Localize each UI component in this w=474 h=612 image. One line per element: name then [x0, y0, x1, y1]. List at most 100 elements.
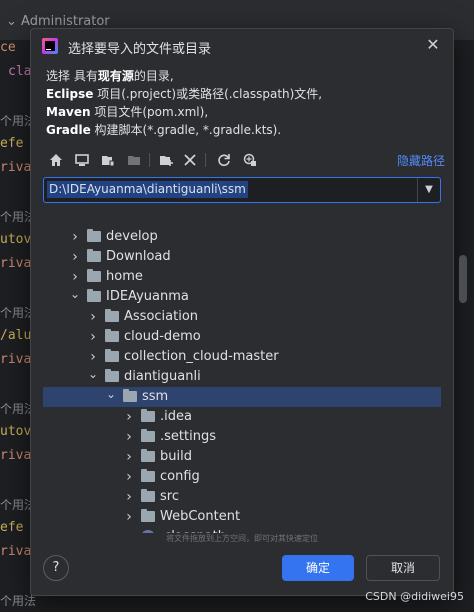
code-fragment: efe [0, 136, 24, 151]
tree-row[interactable]: › cloud-demo [43, 327, 441, 347]
chevron-right-icon[interactable]: › [87, 327, 99, 347]
drag-drop-hint: 将文件拖放到上方空间，即可对其快速定位 [166, 534, 318, 543]
chevron-right-icon[interactable]: › [87, 347, 99, 367]
chevron-right-icon[interactable]: › [123, 427, 135, 447]
tree-scrollbar[interactable] [459, 255, 467, 303]
close-button[interactable]: ✕ [423, 35, 443, 55]
folder-icon [87, 249, 101, 262]
home-button[interactable] [45, 149, 67, 171]
folder-icon [141, 469, 155, 482]
folder-icon [141, 429, 155, 442]
tree-row[interactable]: › .idea [43, 407, 441, 427]
chevron-right-icon[interactable]: › [123, 467, 135, 487]
tree-row-label: diantiguanli [124, 369, 201, 384]
chevron-right-icon[interactable]: › [69, 227, 81, 247]
code-fragment: utov [0, 232, 32, 247]
tree-row-label: .settings [160, 429, 216, 444]
tree-row[interactable]: › Download [43, 247, 441, 267]
tree-row-label: home [106, 269, 143, 284]
folder-icon [141, 449, 155, 462]
chevron-down-icon[interactable]: ⌄ [105, 387, 117, 407]
chevron-right-icon[interactable]: › [69, 267, 81, 287]
code-fragment: riva [0, 544, 32, 559]
help-button[interactable]: ? [43, 555, 69, 581]
code-fragment: utov [0, 424, 32, 439]
folder-icon [141, 409, 155, 422]
project-folder-icon [102, 156, 115, 167]
dropdown-icon: ⌄ [6, 14, 22, 29]
tree-row-label: WebContent [160, 509, 241, 524]
tree-row-label: .idea [160, 409, 192, 424]
chevron-right-icon[interactable]: › [123, 487, 135, 507]
chevron-right-icon[interactable]: › [123, 507, 135, 527]
show-hidden-icon [243, 153, 256, 166]
tree-row[interactable]: › WebContent [43, 507, 441, 527]
tree-row[interactable]: › home [43, 267, 441, 287]
new-folder-icon [160, 156, 173, 166]
tree-row[interactable]: › .settings [43, 427, 441, 447]
chevron-down-icon[interactable]: ⌄ [87, 367, 99, 387]
tree-row[interactable]: › config [43, 467, 441, 487]
tree-row-label: Association [124, 309, 199, 324]
file-chooser-toolbar: 隐藏路径 [43, 149, 445, 171]
code-fragment: cla [8, 64, 32, 79]
folder-icon [105, 369, 119, 382]
chevron-right-icon[interactable]: › [69, 247, 81, 267]
tree-row[interactable]: › Association [43, 307, 441, 327]
tree-row[interactable]: › collection_cloud-master [43, 347, 441, 367]
file-tree[interactable]: › develop › Download › home ⌄ IDEAyuanma › Associ… [43, 201, 443, 533]
hide-path-link[interactable]: 隐藏路径 [397, 152, 445, 169]
tree-row-label: IDEAyuanma [106, 289, 189, 304]
dialog-description: 选择 具有现有源的目录, Eclipse 项目(.project)或类路径(.c… [46, 69, 323, 137]
path-input[interactable]: D:\IDEAyuanma\diantiguanli\ssm ▼ [43, 177, 441, 203]
chevron-right-icon[interactable]: › [123, 447, 135, 467]
cancel-button[interactable]: 取消 [366, 555, 440, 581]
folder-icon [87, 269, 101, 282]
folder-icon [141, 509, 155, 522]
home-icon [50, 154, 62, 166]
dialog-titlebar[interactable]: 选择要导入的文件或目录 ✕ [31, 29, 453, 63]
chevron-down-icon[interactable]: ⌄ [69, 287, 81, 307]
delete-icon [184, 154, 196, 166]
watermark: CSDN @didiwei95 [365, 590, 464, 603]
folder-icon [105, 349, 119, 362]
tree-row[interactable]: ⌄ IDEAyuanma [43, 287, 441, 307]
tree-row-label: develop [106, 229, 158, 244]
close-icon: ✕ [426, 35, 440, 54]
tree-row-label: cloud-demo [124, 329, 201, 344]
dialog-title: 选择要导入的文件或目录 [68, 42, 212, 57]
user-label: ⌄ Administrator [6, 14, 110, 29]
tree-row[interactable]: › build [43, 447, 441, 467]
tree-row[interactable]: › develop [43, 227, 441, 247]
toolbar-separator [149, 153, 150, 167]
tree-row[interactable]: › src [43, 487, 441, 507]
folder-icon [105, 329, 119, 342]
folder-icon [105, 309, 119, 322]
intellij-logo-icon [42, 38, 58, 54]
project-dir-button[interactable] [97, 149, 119, 171]
tree-row-label: ssm [142, 389, 169, 404]
tree-row-label: Download [106, 249, 171, 264]
path-history-dropdown[interactable]: ▼ [417, 178, 440, 202]
code-fragment: riva [0, 352, 32, 367]
new-folder-button[interactable] [155, 149, 177, 171]
tree-row[interactable]: ⌄ ssm [43, 387, 441, 407]
code-fragment: riva [0, 448, 32, 463]
chevron-right-icon[interactable]: › [87, 307, 99, 327]
tree-row[interactable]: ⌄ diantiguanli [43, 367, 441, 387]
chevron-down-icon: ▼ [425, 184, 433, 195]
delete-button[interactable] [179, 149, 201, 171]
desktop-button[interactable] [71, 149, 93, 171]
refresh-icon [218, 154, 230, 167]
show-hidden-button[interactable] [239, 149, 261, 171]
tree-row-label: src [160, 489, 179, 504]
refresh-button[interactable] [213, 149, 235, 171]
module-folder-icon [128, 156, 140, 165]
ok-button[interactable]: 确定 [282, 555, 354, 581]
code-fragment: riva [0, 256, 32, 271]
folder-icon [141, 489, 155, 502]
import-dialog: 选择要导入的文件或目录 ✕ 选择 具有现有源的目录, Eclipse 项目(.p… [30, 28, 467, 596]
folder-icon [87, 289, 101, 302]
module-dir-button[interactable] [123, 149, 145, 171]
chevron-right-icon[interactable]: › [123, 407, 135, 427]
